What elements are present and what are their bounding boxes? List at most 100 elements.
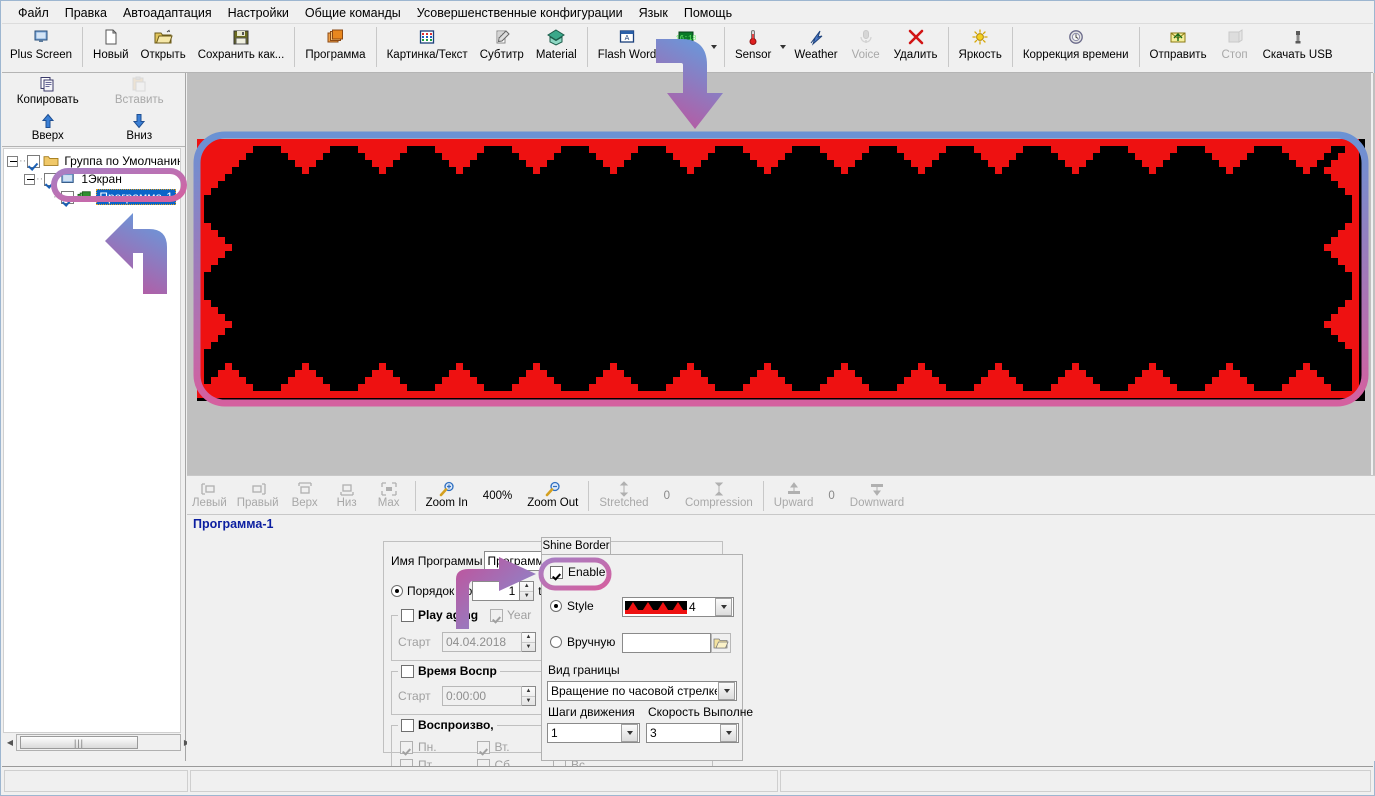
steps-combo[interactable]: 1 [547, 723, 640, 743]
toolbar-button-clock-display[interactable]: 16:18 Время [662, 24, 709, 70]
menu-language[interactable]: Язык [631, 3, 676, 23]
shine-style-dropdown-arrow[interactable] [715, 598, 732, 616]
spinner-up[interactable]: ▲ [520, 582, 534, 592]
menu-settings[interactable]: Настройки [220, 3, 297, 23]
play-order-radio[interactable] [391, 585, 403, 597]
toolbar-button-usb[interactable]: Скачать USB [1257, 24, 1339, 70]
led-pixel [813, 391, 820, 398]
led-pixel [449, 384, 456, 391]
led-pixel [1184, 391, 1191, 398]
weekday-checkbox[interactable] [400, 740, 413, 754]
scroll-left-arrow[interactable]: ◀ [3, 734, 17, 751]
led-pixel [624, 384, 631, 391]
led-pixel [1240, 377, 1247, 384]
led-pixel [197, 174, 204, 181]
toolbar-button-brightness[interactable]: Яркость [953, 24, 1008, 70]
led-pixel [1345, 237, 1352, 244]
zoombar-button-zoom-in[interactable]: Zoom In [421, 478, 473, 514]
toolbar-button-picture-text[interactable]: Картинка/Текст [381, 24, 474, 70]
aging-start-spinner[interactable]: ▲ ▼ [522, 632, 536, 652]
left-panel-button-arrow-down[interactable]: Вниз [94, 110, 186, 147]
zoombar-button-label: Stretched [599, 497, 649, 509]
led-pixel [197, 349, 204, 356]
toolbar-button-material[interactable]: Material [530, 24, 583, 70]
toolbar-button-weather[interactable]: Weather [788, 24, 843, 70]
toolbar-button-send[interactable]: Отправить [1144, 24, 1213, 70]
tree-horizontal-scrollbar[interactable]: ◀ ||| ▶ [7, 734, 190, 751]
shine-manual-input[interactable] [622, 633, 711, 653]
led-pixel [1226, 377, 1233, 384]
play-aging-checkbox[interactable] [401, 608, 414, 622]
left-panel-button-copy[interactable]: Копировать [2, 73, 94, 110]
toolbar-dropdown-arrow[interactable] [709, 24, 720, 70]
period-start-spinner[interactable]: ▲ ▼ [522, 686, 536, 706]
led-pixel [533, 377, 540, 384]
play-days-checkbox[interactable] [401, 718, 414, 732]
led-pixel [547, 153, 554, 160]
toolbar-button-delete-x[interactable]: Удалить [888, 24, 944, 70]
year-checkbox[interactable] [490, 608, 504, 622]
program-tree[interactable]: ·· Группа по Умолчанию1 ·· 1Экран ·· Программ… [3, 148, 181, 733]
tree-node[interactable]: ·· 1Экран [4, 170, 180, 188]
toolbar-button-thermometer[interactable]: Sensor [729, 24, 777, 70]
menu-advanced-config[interactable]: Усовершенственные конфигурации [409, 3, 631, 23]
led-screen-canvas[interactable] [197, 139, 1365, 401]
toolbar-button-flash-word[interactable]: A Flash Word [592, 24, 663, 70]
toolbar-button-save-disk[interactable]: Сохранить как... [192, 24, 291, 70]
spinner-down[interactable]: ▼ [520, 592, 533, 601]
play-period-checkbox[interactable] [401, 664, 414, 678]
scroll-thumb[interactable]: ||| [20, 736, 138, 749]
menu-file[interactable]: Файл [10, 3, 57, 23]
toolbar-button-program-cards[interactable]: Программа [299, 24, 371, 70]
screen-preview-area[interactable] [187, 73, 1375, 475]
zoombar-button-zoom-out[interactable]: Zoom Out [522, 478, 583, 514]
led-pixel [848, 146, 855, 153]
shine-manual-browse-button[interactable] [711, 633, 731, 653]
tree-node-checkbox[interactable] [61, 190, 75, 204]
toolbar-dropdown-arrow[interactable] [777, 24, 788, 70]
toolbar-button-open-folder[interactable]: Открыть [135, 24, 192, 70]
play-order-spinner[interactable]: ▲ ▼ [520, 581, 535, 601]
tree-node-checkbox[interactable] [44, 172, 58, 186]
weekday-item[interactable]: Пн. [400, 740, 477, 754]
tree-expander[interactable] [24, 173, 35, 185]
tree-node-checkbox[interactable] [27, 154, 41, 168]
align-top-icon [296, 480, 314, 497]
play-order-input[interactable]: 1 [472, 581, 521, 601]
toolbar-button-new-file[interactable]: Новый [87, 24, 135, 70]
led-pixel [694, 391, 701, 398]
led-pixel [400, 139, 407, 146]
tree-node[interactable]: ·· Программа-1 [4, 188, 180, 206]
border-kind-combo[interactable]: Вращение по часовой стрелке [547, 681, 737, 701]
shine-enable-checkbox[interactable] [550, 565, 563, 579]
speed-dropdown-arrow[interactable] [720, 724, 737, 742]
weekday-checkbox[interactable] [476, 740, 490, 754]
speed-combo[interactable]: 3 [646, 723, 739, 743]
shine-style-combo[interactable]: 4 [622, 597, 734, 617]
menu-edit[interactable]: Правка [57, 3, 115, 23]
tree-expander[interactable] [7, 155, 18, 167]
menu-autoadapt[interactable]: Автоадаптация [115, 3, 220, 23]
led-pixel [1149, 146, 1156, 153]
steps-dropdown-arrow[interactable] [621, 724, 638, 742]
led-pixel [834, 153, 841, 160]
menu-common-commands[interactable]: Общие команды [297, 3, 409, 23]
led-pixel [456, 391, 463, 398]
aging-start-input[interactable]: 04.04.2018 [442, 632, 522, 652]
border-kind-dropdown-arrow[interactable] [718, 682, 735, 700]
toolbar-button-time-correction[interactable]: Коррекция времени [1017, 24, 1135, 70]
menu-help[interactable]: Помощь [676, 3, 740, 23]
led-pixel [211, 377, 218, 384]
tab-shine-border[interactable]: Shine Border [541, 537, 611, 554]
enable-row: Enable [550, 565, 605, 579]
shine-style-radio[interactable] [550, 600, 562, 612]
left-panel-button-arrow-up[interactable]: Вверх [2, 110, 94, 147]
led-pixel [197, 272, 204, 279]
toolbar-button-subtitle[interactable]: Субтитр [474, 24, 530, 70]
toolbar-button-screen[interactable]: Plus Screen [4, 24, 78, 70]
led-pixel [1016, 384, 1023, 391]
period-start-input[interactable]: 0:00:00 [442, 686, 522, 706]
tree-node[interactable]: ·· Группа по Умолчанию1 [4, 152, 180, 170]
led-pixel [1093, 384, 1100, 391]
shine-manual-radio[interactable] [550, 636, 562, 648]
